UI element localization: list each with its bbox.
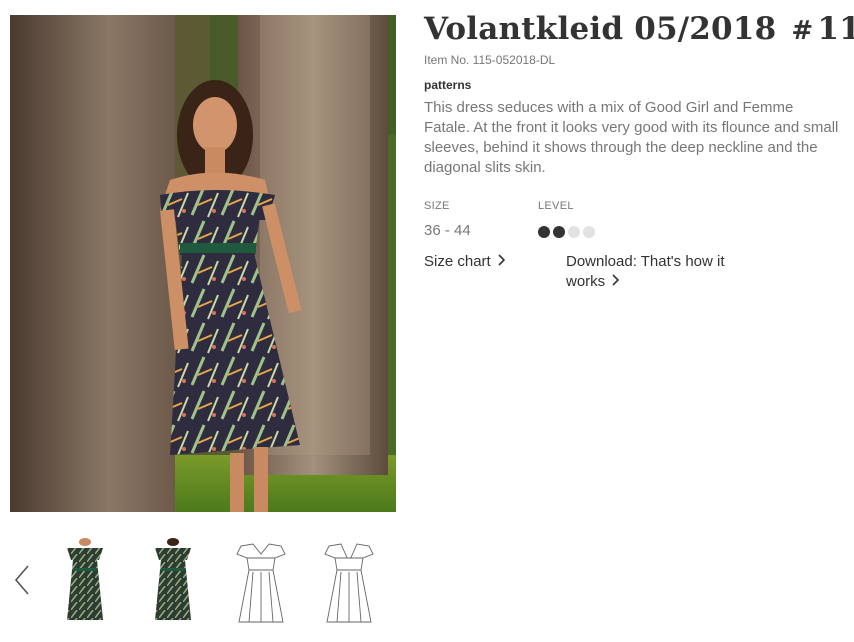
main-product-image[interactable]	[10, 15, 396, 512]
category-label: patterns	[424, 78, 472, 92]
product-title: Volantkleid 05/2018	[424, 11, 777, 47]
thumbnail-photo-front[interactable]	[55, 538, 115, 626]
hash-symbol: #	[791, 16, 814, 46]
chevron-left-icon[interactable]	[8, 560, 36, 600]
level-dot-filled	[553, 226, 565, 238]
size-label: SIZE	[424, 200, 450, 212]
product-number: 115	[817, 11, 854, 47]
level-indicator	[538, 226, 595, 238]
download-howto-label: Download: That's how it works	[566, 253, 725, 290]
size-value: 36 - 44	[424, 222, 471, 239]
page-title: Volantkleid 05/2018 #115	[424, 8, 854, 52]
item-number: Item No. 115-052018-DL	[424, 53, 556, 67]
download-howto-link[interactable]: Download: That's how it works	[566, 252, 766, 292]
spec-row: SIZE 36 - 44 LEVEL	[424, 192, 844, 252]
chevron-right-icon	[497, 252, 505, 272]
thumbnail-drawing-back[interactable]	[319, 538, 379, 626]
level-dot-filled	[538, 226, 550, 238]
size-chart-label: Size chart	[424, 253, 491, 270]
product-info: Volantkleid 05/2018 #115 Item No. 115-05…	[424, 8, 854, 302]
level-dot-empty	[568, 226, 580, 238]
chevron-right-icon	[611, 272, 620, 292]
thumbnail-drawing-front[interactable]	[231, 538, 291, 626]
product-description: This dress seduces with a mix of Good Gi…	[424, 99, 839, 176]
thumbnail-photo-back[interactable]	[143, 538, 203, 626]
level-dot-empty	[583, 226, 595, 238]
thumbnail-strip	[0, 530, 400, 630]
size-chart-link[interactable]: Size chart	[424, 252, 505, 272]
level-label: LEVEL	[538, 200, 574, 212]
product-links: Size chart Download: That's how it works	[424, 252, 844, 302]
